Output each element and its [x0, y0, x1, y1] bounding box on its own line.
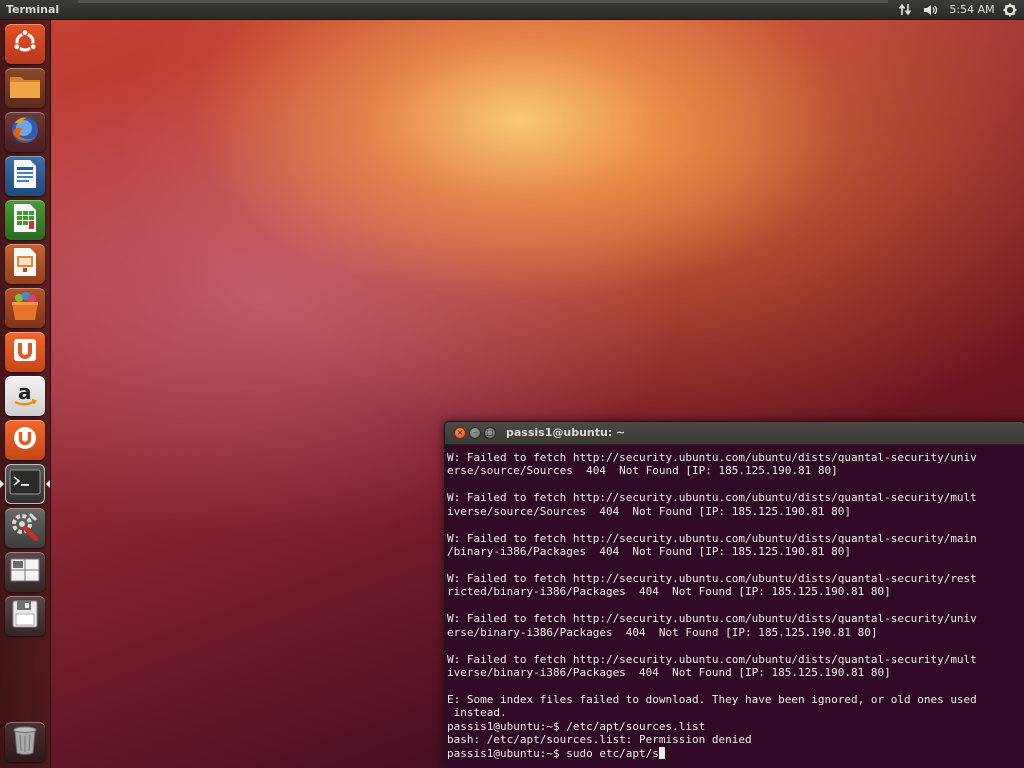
terminal-line: ricted/binary-i386/Packages 404 Not Foun… [447, 585, 891, 599]
terminal-icon [9, 469, 41, 499]
active-window-indicator [46, 480, 50, 488]
terminal-line: instead. [447, 706, 507, 720]
launcher-libreoffice-writer[interactable] [5, 156, 45, 196]
terminal-window-title: passis1@ubuntu: ~ [506, 426, 626, 439]
terminal-line: iverse/binary-i386/Packages 404 Not Foun… [447, 666, 891, 679]
close-button[interactable]: × [454, 427, 466, 439]
window-grip-bar[interactable] [78, 0, 888, 3]
desktop-wallpaper: Terminal 5:54 AM a × – □ passis1@ubuntu:… [0, 0, 1024, 768]
terminal-line: W: Failed to fetch http://security.ubunt… [447, 451, 977, 464]
terminal-window[interactable]: × – □ passis1@ubuntu: ~ W: Failed to fet… [444, 421, 1024, 768]
terminal-line: erse/binary-i386/Packages 404 Not Found … [447, 625, 878, 639]
terminal-line: iverse/source/Sources 404 Not Found [IP:… [447, 504, 851, 518]
ubuntu-logo-icon [11, 28, 39, 60]
launcher-removable-drive[interactable] [5, 596, 45, 636]
running-indicator [0, 480, 4, 488]
impress-icon [12, 247, 38, 281]
network-arrows-icon[interactable] [897, 2, 913, 17]
svg-text:a: a [18, 380, 32, 404]
top-panel: Terminal 5:54 AM [0, 0, 1024, 20]
launcher-libreoffice-impress[interactable] [5, 244, 45, 284]
terminal-line: W: Failed to fetch http://security.ubunt… [447, 531, 977, 545]
folder-icon [8, 72, 42, 104]
launcher-software-center[interactable] [5, 288, 45, 328]
volume-icon[interactable] [921, 2, 941, 17]
software-center-bag-icon [9, 290, 41, 326]
minimize-button[interactable]: – [469, 427, 481, 439]
terminal-output[interactable]: W: Failed to fetch http://security.ubunt… [447, 451, 1023, 768]
terminal-line: bash: /etc/apt/sources.list: Permission … [447, 733, 752, 747]
terminal-line: E: Some index files failed to download. … [447, 692, 977, 706]
terminal-line: W: Failed to fetch http://security.ubunt… [447, 571, 977, 585]
launcher-amazon[interactable]: a [5, 376, 45, 416]
terminal-input[interactable]: passis1@ubuntu:~$ sudo etc/apt/s [447, 747, 659, 760]
terminal-line: erse/source/Sources 404 Not Found [IP: 1… [447, 464, 838, 478]
ubuntu-one-icon [11, 336, 39, 368]
maximize-button[interactable]: □ [484, 427, 496, 439]
maximize-icon: □ [486, 428, 494, 437]
minimize-icon: – [473, 428, 477, 437]
floppy-drive-icon [11, 599, 39, 633]
calc-icon [12, 203, 38, 237]
launcher-trash[interactable] [5, 722, 45, 762]
terminal-line: passis1@ubuntu:~$ /etc/apt/sources.list [447, 719, 706, 733]
launcher-libreoffice-calc[interactable] [5, 200, 45, 240]
close-icon: × [456, 428, 464, 437]
terminal-titlebar[interactable]: × – □ passis1@ubuntu: ~ [445, 422, 1024, 445]
launcher-terminal[interactable] [5, 464, 45, 504]
workspace-switcher-icon [10, 558, 40, 586]
clock[interactable]: 5:54 AM [948, 2, 996, 17]
launcher: a [0, 20, 51, 768]
launcher-dash-home[interactable] [5, 24, 45, 64]
writer-icon [12, 159, 38, 193]
launcher-ubuntu-one[interactable] [5, 332, 45, 372]
terminal-line: W: Failed to fetch http://security.ubunt… [447, 491, 977, 505]
trash-icon [12, 724, 38, 760]
firefox-icon [9, 114, 41, 150]
launcher-firefox[interactable] [5, 112, 45, 152]
terminal-line: /binary-i386/Packages 404 Not Found [IP:… [447, 545, 851, 559]
text-cursor [658, 746, 665, 759]
session-gear-icon[interactable] [1001, 2, 1019, 17]
launcher-system-settings[interactable] [5, 508, 45, 548]
ubuntu-one-music-icon [11, 424, 39, 456]
terminal-line: W: Failed to fetch http://security.ubunt… [447, 652, 977, 666]
settings-wrench-icon [9, 510, 41, 546]
active-app-title: Terminal [6, 3, 60, 16]
amazon-icon: a [10, 379, 40, 413]
launcher-home-folder[interactable] [5, 68, 45, 108]
launcher-ubuntu-one-music[interactable] [5, 420, 45, 460]
terminal-prompt-line[interactable]: passis1@ubuntu:~$ sudo etc/apt/s [447, 746, 1023, 760]
terminal-line: W: Failed to fetch http://security.ubunt… [447, 612, 977, 626]
launcher-workspace-switcher[interactable] [5, 552, 45, 592]
